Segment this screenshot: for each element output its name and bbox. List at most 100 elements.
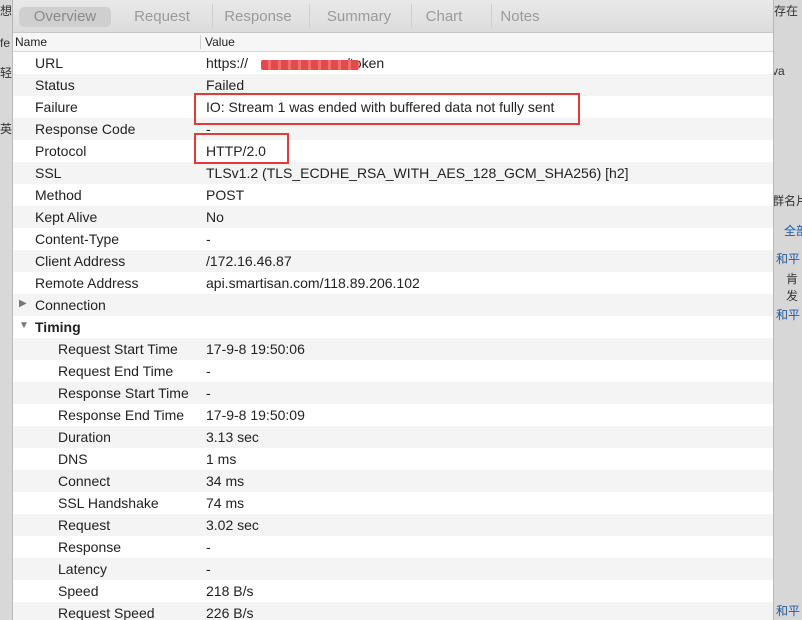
tab-summary[interactable]: Summary — [311, 7, 407, 27]
tab-notes[interactable]: Notes — [475, 7, 565, 27]
tab-request[interactable]: Request — [117, 7, 207, 27]
table-row[interactable]: Client Address /172.16.46.87 — [13, 250, 773, 272]
bg-text: 想 — [0, 4, 13, 18]
row-value: 17-9-8 19:50:09 — [206, 407, 305, 423]
table-row[interactable]: Kept Alive No — [13, 206, 773, 228]
bg-text: 和平 — [776, 252, 801, 266]
table-row[interactable]: Content-Type - — [13, 228, 773, 250]
row-value: - — [206, 363, 211, 379]
tab-bar: Overview Request Response Summary Chart … — [13, 0, 773, 33]
row-name: Speed — [58, 583, 99, 599]
row-name: Connect — [58, 473, 111, 489]
row-name: Protocol — [35, 143, 87, 159]
row-name: Request — [58, 517, 111, 533]
table-row[interactable]: Protocol HTTP/2.0 — [13, 140, 773, 162]
row-value: 1 ms — [206, 451, 237, 467]
row-value: 74 ms — [206, 495, 245, 511]
row-value: 34 ms — [206, 473, 245, 489]
background-app-left: 想 fe 轻 英 — [0, 0, 13, 620]
row-name: Request End Time — [58, 363, 174, 379]
bg-text: fe — [0, 36, 11, 50]
tab-overview[interactable]: Overview — [19, 7, 111, 27]
tab-response[interactable]: Response — [213, 7, 303, 27]
row-name: DNS — [58, 451, 88, 467]
row-value: Failed — [206, 77, 245, 93]
row-value: 17-9-8 19:50:06 — [206, 341, 305, 357]
table-row[interactable]: URL https:///token — [13, 52, 773, 74]
table-row[interactable]: Response - — [13, 536, 773, 558]
row-name: SSL Handshake — [58, 495, 159, 511]
table-row[interactable]: Response Start Time - — [13, 382, 773, 404]
row-value: 3.13 sec — [206, 429, 259, 445]
row-value: 226 B/s — [206, 605, 254, 620]
row-value: - — [206, 385, 211, 401]
row-name: Connection — [35, 297, 106, 313]
row-value: 218 B/s — [206, 583, 254, 599]
background-app-right: 存在 va 群名片 全部 和平 肯 发 和平 和平 — [772, 0, 802, 620]
bg-text: 存在 — [774, 4, 799, 18]
row-name: URL — [35, 55, 64, 71]
table-row[interactable]: SSL Handshake 74 ms — [13, 492, 773, 514]
table-row[interactable]: SSL TLSv1.2 (TLS_ECDHE_RSA_WITH_AES_128_… — [13, 162, 773, 184]
row-value: POST — [206, 187, 245, 203]
row-name: Client Address — [35, 253, 126, 269]
failure-highlight-box — [194, 93, 580, 125]
bg-text: 和平 — [776, 604, 801, 618]
table-row[interactable]: Speed 218 B/s — [13, 580, 773, 602]
row-name: Response End Time — [58, 407, 185, 423]
column-header: Name Value — [13, 33, 773, 52]
row-name: Remote Address — [35, 275, 139, 291]
table-row[interactable]: Connect 34 ms — [13, 470, 773, 492]
row-name: Status — [35, 77, 75, 93]
row-name: Content-Type — [35, 231, 120, 247]
redacted-url-scribble — [261, 60, 359, 70]
row-value: - — [206, 561, 211, 577]
row-name: Response — [58, 539, 122, 555]
table-row-timing[interactable]: ▼ Timing — [13, 316, 773, 338]
bg-text: 和平 — [776, 308, 801, 322]
bg-text: va — [772, 64, 785, 78]
table-row[interactable]: DNS 1 ms — [13, 448, 773, 470]
bg-text: 全部 — [784, 224, 802, 238]
table-row[interactable]: Method POST — [13, 184, 773, 206]
table-row[interactable]: Duration 3.13 sec — [13, 426, 773, 448]
row-name: Request Speed — [58, 605, 155, 620]
row-name: Response Start Time — [58, 385, 189, 401]
row-name: Latency — [58, 561, 108, 577]
table-row-connection[interactable]: ▶ Connection — [13, 294, 773, 316]
row-name: Response Code — [35, 121, 136, 137]
row-value: /172.16.46.87 — [206, 253, 292, 269]
bg-text: 群名片 — [772, 194, 802, 208]
inspector-window: Overview Request Response Summary Chart … — [13, 0, 773, 620]
row-value: api.smartisan.com/118.89.206.102 — [206, 275, 420, 291]
row-name: SSL — [35, 165, 62, 181]
row-name: Duration — [58, 429, 111, 445]
row-value: TLSv1.2 (TLS_ECDHE_RSA_WITH_AES_128_GCM_… — [206, 165, 629, 181]
column-divider[interactable] — [200, 35, 201, 49]
table-row[interactable]: Request Speed 226 B/s — [13, 602, 773, 620]
column-name-header[interactable]: Name — [15, 35, 47, 49]
row-name: Kept Alive — [35, 209, 98, 225]
row-name: Timing — [35, 319, 81, 335]
row-value: - — [206, 539, 211, 555]
column-value-header[interactable]: Value — [205, 35, 235, 49]
bg-text: 发 — [786, 289, 799, 303]
table-row[interactable]: Request End Time - — [13, 360, 773, 382]
table-row[interactable]: Response End Time 17-9-8 19:50:09 — [13, 404, 773, 426]
bg-text: 英 — [0, 122, 13, 136]
table-row[interactable]: Request 3.02 sec — [13, 514, 773, 536]
disclosure-triangle-down-icon[interactable]: ▼ — [19, 320, 29, 331]
row-value: 3.02 sec — [206, 517, 259, 533]
row-value: No — [206, 209, 224, 225]
tab-separator — [309, 4, 310, 28]
row-name: Failure — [35, 99, 78, 115]
table-row[interactable]: Latency - — [13, 558, 773, 580]
disclosure-triangle-right-icon[interactable]: ▶ — [19, 298, 27, 309]
row-value: - — [206, 231, 211, 247]
table-row[interactable]: Request Start Time 17-9-8 19:50:06 — [13, 338, 773, 360]
bg-text: 肯 — [786, 272, 799, 286]
row-name: Method — [35, 187, 82, 203]
bg-text: 轻 — [0, 66, 13, 80]
table-row[interactable]: Remote Address api.smartisan.com/118.89.… — [13, 272, 773, 294]
protocol-highlight-box — [194, 133, 289, 164]
